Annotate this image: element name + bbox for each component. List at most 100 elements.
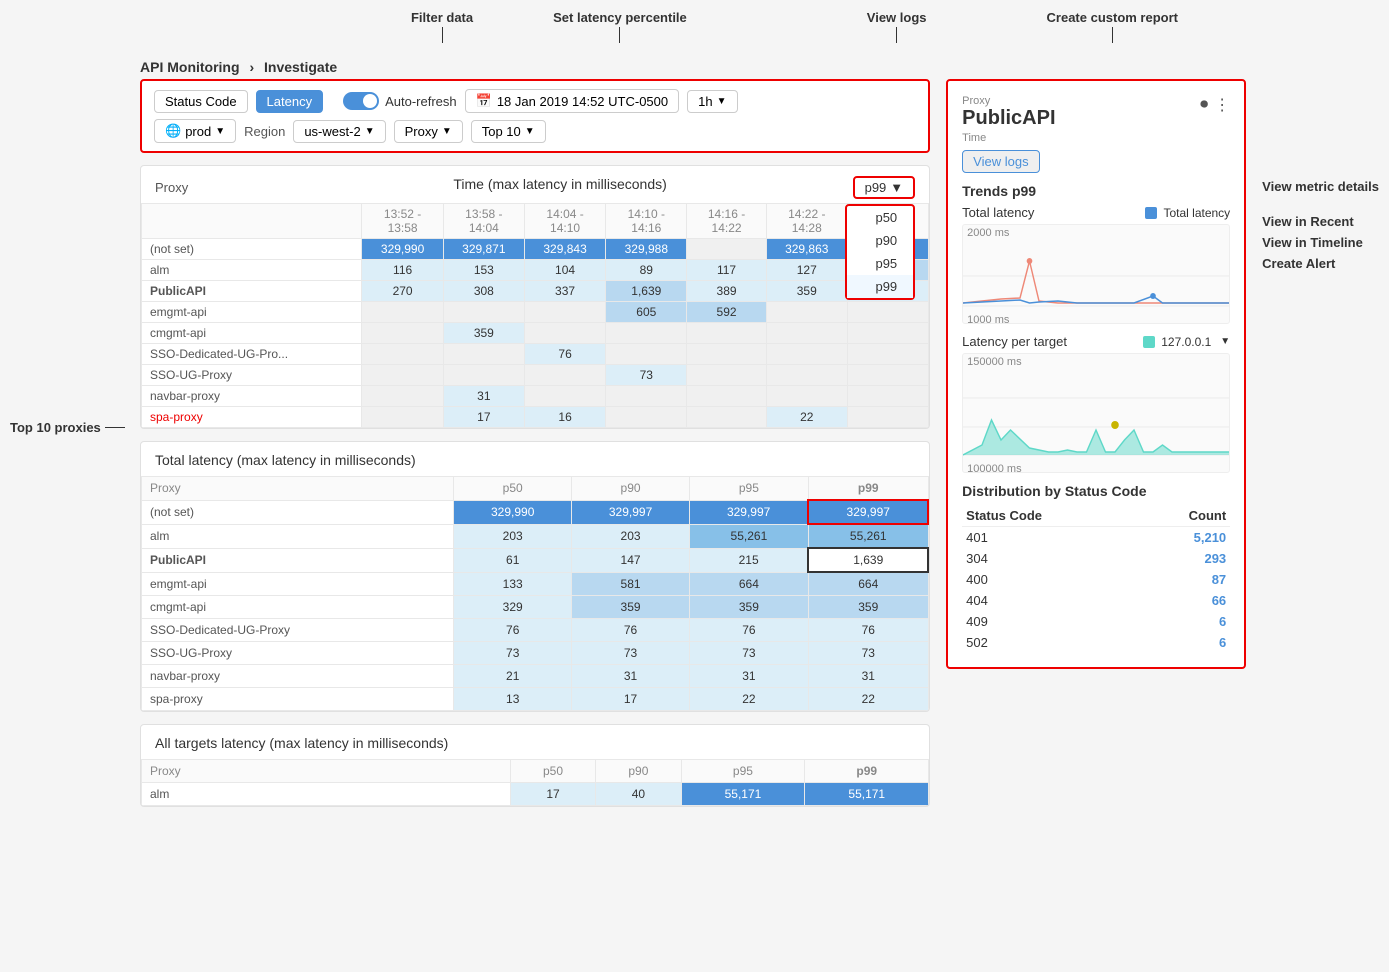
annotation-view-metric: View metric details — [1262, 179, 1379, 194]
table-row[interactable]: cmgmt-api 359 — [142, 323, 929, 344]
cell: 55,171 — [681, 783, 805, 806]
targets-col-p50: p50 — [510, 760, 595, 783]
table-row[interactable]: SSO-Dedicated-UG-Proxy 76 76 76 76 — [142, 619, 929, 642]
table-row[interactable]: (not set) 329,990 329,997 329,997 329,99… — [142, 500, 929, 524]
percentile-option-p95[interactable]: p95 — [847, 252, 913, 275]
latency-tab[interactable]: Latency — [256, 90, 324, 113]
chart-y-100k: 100000 ms — [967, 463, 1225, 473]
filter-bar: Status Code Latency Auto-refresh 📅 18 Ja… — [140, 79, 930, 153]
cell: 581 — [572, 572, 690, 596]
cell: 73 — [808, 642, 928, 665]
auto-refresh-toggle[interactable] — [343, 92, 379, 110]
region-arrow: ▼ — [365, 126, 375, 137]
date-picker[interactable]: 📅 18 Jan 2019 14:52 UTC-0500 — [465, 89, 679, 113]
top-select[interactable]: Top 10 ▼ — [471, 120, 546, 143]
table-row[interactable]: spa-proxy 17 16 22 — [142, 407, 929, 428]
table-row[interactable]: SSO-UG-Proxy 73 73 73 73 — [142, 642, 929, 665]
cell — [362, 386, 443, 407]
percentile-option-p50[interactable]: p50 — [847, 206, 913, 229]
chart-icon[interactable]: ⏺ — [1200, 96, 1208, 114]
time-data-table: 13:52 -13:58 13:58 -14:04 14:04 -14:10 1… — [141, 203, 929, 428]
cell: 40 — [596, 783, 681, 806]
cell: 605 — [606, 302, 687, 323]
table-row[interactable]: spa-proxy 13 17 22 22 — [142, 688, 929, 711]
cell: 329,863 — [766, 239, 847, 260]
latency-target-arrow[interactable]: ▼ — [1220, 336, 1230, 347]
cell: 664 — [808, 572, 928, 596]
list-item[interactable]: 304 293 — [962, 548, 1230, 569]
status-code-tab[interactable]: Status Code — [154, 90, 248, 113]
percentile-arrow: ▼ — [890, 180, 903, 195]
top-arrow: ▼ — [525, 126, 535, 137]
latency-target-dot — [1143, 336, 1155, 348]
percentile-option-p99[interactable]: p99 — [847, 275, 913, 298]
total-proxy-header: Proxy — [142, 477, 454, 501]
proxy-select[interactable]: Proxy ▼ — [394, 120, 463, 143]
table-row[interactable]: alm 116 153 104 89 117 127 55,261 — [142, 260, 929, 281]
status-code-400: 400 — [962, 569, 1136, 590]
view-logs-button[interactable]: View logs — [962, 150, 1039, 173]
duration-select[interactable]: 1h ▼ — [687, 90, 737, 113]
cell — [362, 407, 443, 428]
more-options-icon[interactable]: ⋮ — [1214, 95, 1230, 115]
total-latency-section: Total latency (max latency in millisecon… — [140, 441, 930, 712]
table-row[interactable]: PublicAPI 270 308 337 1,639 389 359 398 — [142, 281, 929, 302]
table-row[interactable]: navbar-proxy 31 — [142, 386, 929, 407]
cell — [362, 365, 443, 386]
cell: 592 — [687, 302, 766, 323]
cell: 359 — [572, 596, 690, 619]
table-row[interactable]: navbar-proxy 21 31 31 31 — [142, 665, 929, 688]
proxy-label-select: Proxy — [405, 124, 438, 139]
cell: 116 — [362, 260, 443, 281]
cell: 329,997 — [572, 500, 690, 524]
cell — [687, 323, 766, 344]
table-row[interactable]: SSO-Dedicated-UG-Pro... 76 — [142, 344, 929, 365]
cell — [687, 365, 766, 386]
top-value: Top 10 — [482, 124, 521, 139]
table-row[interactable]: alm 17 40 55,171 55,171 — [142, 783, 929, 806]
time-table-title: Time (max latency in milliseconds) — [285, 176, 835, 192]
percentile-dropdown-btn[interactable]: p99 ▼ — [853, 176, 916, 199]
table-row[interactable]: cmgmt-api 329 359 359 359 — [142, 596, 929, 619]
proxy-alm: alm — [142, 783, 511, 806]
table-row[interactable]: emgmt-api 605 592 — [142, 302, 929, 323]
cell — [606, 323, 687, 344]
cell — [766, 302, 847, 323]
proxy-sso-dedicated: SSO-Dedicated-UG-Proxy — [142, 619, 454, 642]
list-item[interactable]: 409 6 — [962, 611, 1230, 632]
cell: 153 — [443, 260, 524, 281]
proxy-emgmt: emgmt-api — [142, 302, 362, 323]
cell — [766, 344, 847, 365]
list-item[interactable]: 401 5,210 — [962, 527, 1230, 549]
cell: 73 — [606, 365, 687, 386]
latency-target-svg — [963, 370, 1229, 460]
cell — [606, 344, 687, 365]
list-item[interactable]: 400 87 — [962, 569, 1230, 590]
table-row[interactable]: emgmt-api 133 581 664 664 — [142, 572, 929, 596]
latency-target-label: Latency per target — [962, 334, 1067, 349]
count-401: 5,210 — [1136, 527, 1230, 549]
auto-refresh-label: Auto-refresh — [385, 94, 457, 109]
table-row[interactable]: (not set) 329,990 329,871 329,843 329,98… — [142, 239, 929, 260]
annotation-view-timeline: View in Timeline — [1262, 235, 1379, 250]
duration-value: 1h — [698, 94, 712, 109]
targets-col-p95: p95 — [681, 760, 805, 783]
cell: 17 — [510, 783, 595, 806]
proxy-spa: spa-proxy — [142, 407, 362, 428]
cell: 22 — [808, 688, 928, 711]
table-row[interactable]: SSO-UG-Proxy 73 — [142, 365, 929, 386]
breadcrumb-parent[interactable]: API Monitoring — [140, 59, 240, 75]
list-item[interactable]: 404 66 — [962, 590, 1230, 611]
cell: 329,871 — [443, 239, 524, 260]
table-row[interactable]: PublicAPI 61 147 215 1,639 — [142, 548, 929, 572]
annotation-view-logs: View logs — [867, 10, 927, 25]
cell: 1,639 — [606, 281, 687, 302]
prod-select[interactable]: 🌐 prod ▼ — [154, 119, 236, 143]
region-select[interactable]: us-west-2 ▼ — [293, 120, 385, 143]
percentile-option-p90[interactable]: p90 — [847, 229, 913, 252]
cell: 329,843 — [524, 239, 605, 260]
chart-y-1000: 1000 ms — [963, 314, 1229, 324]
total-latency-svg — [963, 241, 1229, 311]
table-row[interactable]: alm 203 203 55,261 55,261 — [142, 524, 929, 548]
list-item[interactable]: 502 6 — [962, 632, 1230, 653]
